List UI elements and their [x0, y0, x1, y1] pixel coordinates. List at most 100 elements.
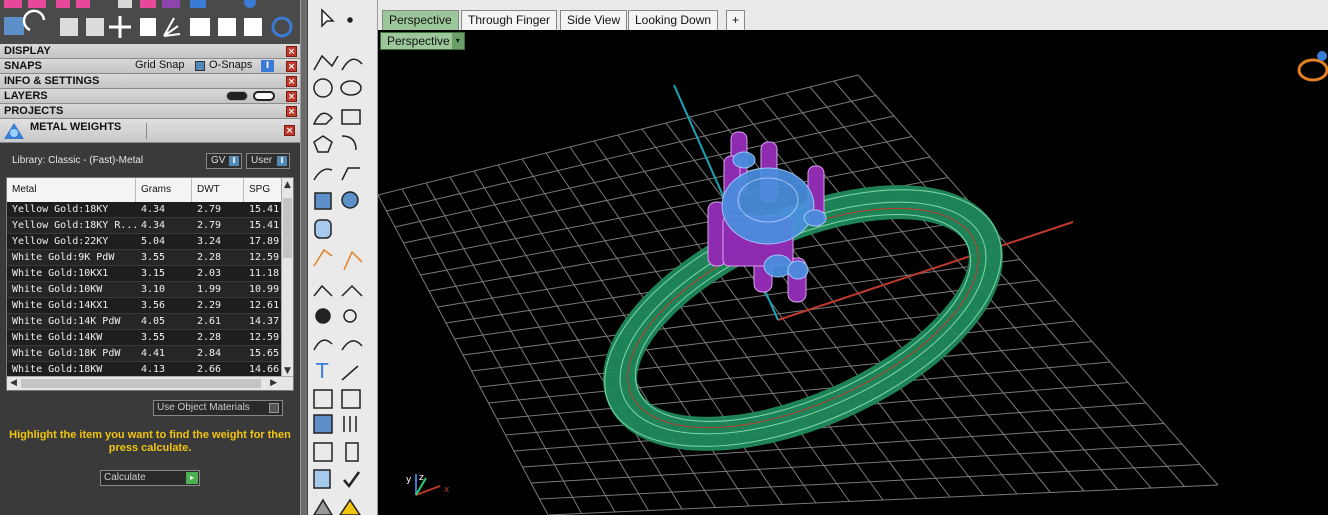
boolean-icon	[343, 250, 363, 271]
tab-side-view[interactable]: Side View	[560, 10, 628, 30]
sweep-icon	[341, 167, 360, 181]
scroll-down-icon[interactable]: ▼	[284, 366, 291, 376]
table-row[interactable]: White Gold:9K PdW 3.55 2.28 12.59	[7, 250, 283, 266]
3d-viewport[interactable]: y z x Perspective ▾	[378, 30, 1328, 515]
calculate-label: Calculate	[104, 472, 146, 483]
grid-icon	[313, 442, 333, 462]
viewport-label: Perspective	[387, 34, 450, 48]
close-icon[interactable]: ×	[286, 46, 297, 57]
top-toolbar-icons[interactable]	[0, 0, 300, 44]
cell-spg: 12.59	[249, 252, 280, 263]
bend-icon	[313, 339, 333, 351]
close-icon[interactable]: ×	[284, 125, 295, 136]
table-row[interactable]: White Gold:10KX1 3.15 2.03 11.18	[7, 266, 283, 282]
viewport-view-selector[interactable]: Perspective ▾	[380, 32, 465, 50]
horizontal-scrollbar[interactable]: ◀ ▶	[7, 376, 293, 390]
axis-y-label: y	[406, 475, 412, 485]
column-header-grams[interactable]: Grams	[136, 178, 192, 202]
toolbox-icons[interactable]: T	[278, 0, 378, 515]
use-object-materials-checkbox[interactable]	[269, 403, 279, 413]
cell-dwt: 2.61	[197, 316, 222, 327]
user-toggle-box[interactable]: I	[277, 156, 287, 166]
display-panel-header[interactable]: DISPLAY ×	[0, 44, 300, 59]
cell-grams: 4.34	[141, 204, 166, 215]
tab-looking-down[interactable]: Looking Down	[628, 10, 719, 30]
cell-spg: 15.41	[249, 220, 280, 231]
column-header-dwt[interactable]: DWT	[192, 178, 244, 202]
grid-line	[539, 464, 1201, 500]
close-icon[interactable]: ×	[286, 91, 297, 102]
grid-snap-label[interactable]: Grid Snap	[135, 59, 185, 71]
cell-spg: 12.61	[249, 300, 280, 311]
metal-weights-title: METAL WEIGHTS	[30, 121, 122, 133]
app-window: DISPLAY × SNAPS Grid Snap O-Snaps I × IN…	[0, 0, 1328, 515]
lock-icon	[339, 498, 361, 515]
layers-panel-header[interactable]: LAYERS ×	[0, 89, 300, 104]
group-icon	[190, 18, 210, 36]
table-row[interactable]: Yellow Gold:18KY R... 4.34 2.79 15.41	[7, 218, 283, 234]
table-row[interactable]: White Gold:14K PdW 4.05 2.61 14.37	[7, 314, 283, 330]
ellipse-icon	[340, 80, 362, 96]
metal-weights-table[interactable]: Metal Grams DWT SPG Yellow Gold:18KY 4.34…	[6, 177, 294, 391]
scroll-up-icon[interactable]: ▲	[284, 180, 291, 190]
user-toggle[interactable]: User I	[246, 153, 290, 169]
scroll-left-icon[interactable]: ◀	[10, 378, 17, 388]
tab-through-finger[interactable]: Through Finger	[461, 10, 558, 30]
layers-label: LAYERS	[4, 90, 48, 102]
use-object-materials-toggle[interactable]: Use Object Materials	[153, 400, 283, 416]
axis-x-label: x	[444, 485, 450, 495]
add-tab-button[interactable]: +	[726, 10, 746, 30]
close-icon[interactable]: ×	[286, 76, 297, 87]
cell-spg: 10.99	[249, 284, 280, 295]
panel-splitter[interactable]	[300, 0, 308, 515]
twist-icon	[341, 340, 363, 351]
arrange-icon	[60, 18, 78, 36]
layer-off-icon[interactable]	[226, 91, 248, 101]
o-snaps-toggle[interactable]: I	[261, 60, 274, 72]
calculate-button[interactable]: Calculate ▸	[100, 470, 200, 486]
cell-spg: 14.37	[249, 316, 280, 327]
scene-canvas[interactable]: y z x	[378, 30, 1328, 515]
horizontal-scroll-thumb[interactable]	[21, 379, 261, 388]
scroll-right-icon[interactable]: ▶	[270, 378, 277, 388]
x-axis-line	[777, 221, 1074, 321]
table-row[interactable]: White Gold:14KW 3.55 2.28 12.59	[7, 330, 283, 346]
close-icon[interactable]: ×	[286, 106, 297, 117]
table-row[interactable]: Yellow Gold:22KY 5.04 3.24 17.89	[7, 234, 283, 250]
cell-grams: 3.15	[141, 268, 166, 279]
align-icon	[86, 18, 104, 36]
metal-weights-header[interactable]: METAL WEIGHTS ×	[0, 119, 300, 143]
curve-edit-icon	[341, 58, 363, 71]
chevron-down-icon[interactable]: ▾	[451, 33, 464, 49]
vertical-scrollbar[interactable]: ▲ ▼	[281, 178, 293, 378]
point-icon	[347, 17, 353, 23]
grid-snap-toggle[interactable]	[195, 61, 205, 71]
cylinder-icon	[314, 219, 332, 239]
mirror-icon	[341, 389, 361, 409]
snaps-panel-header[interactable]: SNAPS Grid Snap O-Snaps I ×	[0, 59, 300, 74]
cell-spg: 17.89	[249, 236, 280, 247]
column-header-spg[interactable]: SPG	[244, 178, 283, 202]
library-label: Library: Classic - (Fast)-Metal	[12, 155, 144, 166]
cell-metal: White Gold:18K PdW	[12, 348, 121, 359]
cell-dwt: 2.28	[197, 252, 222, 263]
o-snaps-label[interactable]: O-Snaps	[209, 59, 252, 71]
close-icon[interactable]: ×	[286, 61, 297, 72]
vertical-scroll-thumb[interactable]	[283, 198, 292, 258]
gv-toggle-box[interactable]: I	[229, 156, 239, 166]
tab-perspective[interactable]: Perspective	[382, 10, 459, 30]
cell-spg: 12.59	[249, 332, 280, 343]
cell-dwt: 2.84	[197, 348, 222, 359]
column-header-metal[interactable]: Metal	[7, 178, 136, 202]
table-row[interactable]: White Gold:18K PdW 4.41 2.84 15.65	[7, 346, 283, 362]
check-icon	[343, 471, 361, 489]
table-row[interactable]: White Gold:10KW 3.10 1.99 10.99	[7, 282, 283, 298]
gv-toggle[interactable]: GV I	[206, 153, 242, 169]
metal-weights-body: Library: Classic - (Fast)-Metal GV I Use…	[0, 143, 300, 515]
info-settings-panel-header[interactable]: INFO & SETTINGS ×	[0, 74, 300, 89]
arc-icon	[312, 112, 334, 125]
table-row[interactable]: White Gold:14KX1 3.56 2.29 12.61	[7, 298, 283, 314]
table-row[interactable]: Yellow Gold:18KY 4.34 2.79 15.41	[7, 202, 283, 218]
projects-panel-header[interactable]: PROJECTS ×	[0, 104, 300, 119]
eye-icon[interactable]	[253, 91, 275, 101]
